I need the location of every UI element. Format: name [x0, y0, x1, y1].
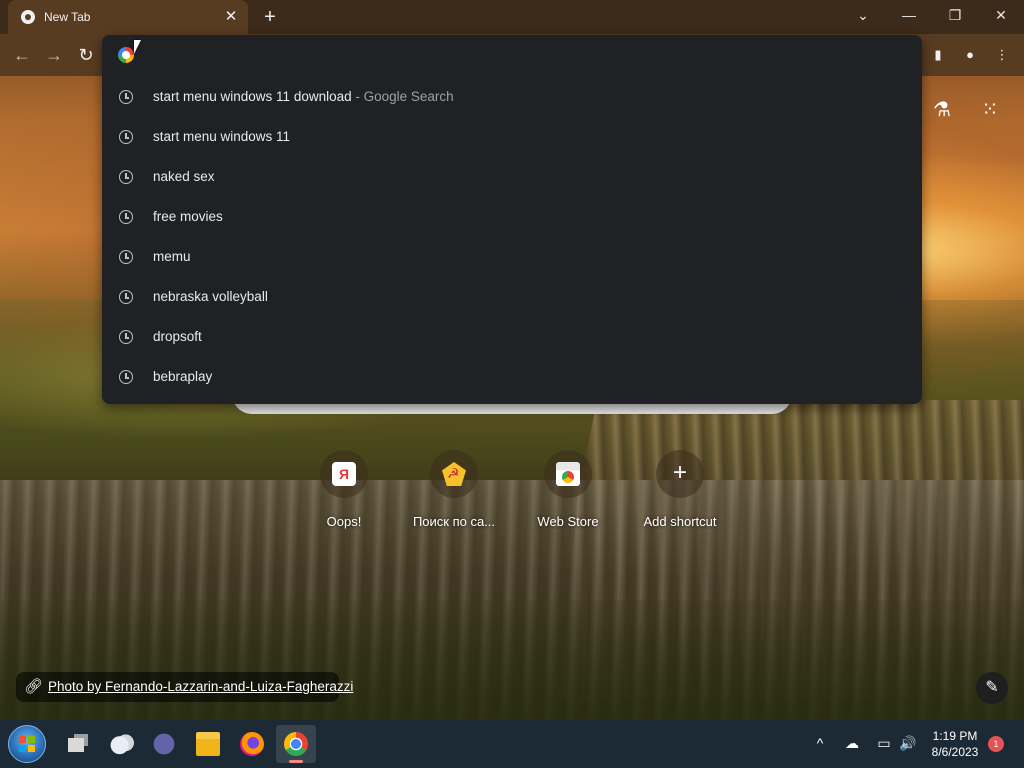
restore-button[interactable]: ❐	[932, 0, 978, 30]
suggestion-query: nebraska volleyball	[153, 289, 268, 304]
suggestion-text: nebraska volleyball	[153, 289, 268, 304]
suggestion-query: start menu windows 11 download	[153, 89, 352, 104]
taskbar-app-button[interactable]	[276, 725, 316, 763]
plus-icon: +	[672, 459, 687, 486]
tray-overflow-icon[interactable]: ^	[810, 733, 830, 753]
photo-credit-text[interactable]: Photo by Fernando-Lazzarin-and-Luiza-Fag…	[48, 679, 353, 694]
suggestion-text: start menu windows 11 download - Google …	[153, 89, 454, 104]
suggestion-query: dropsoft	[153, 329, 202, 344]
suggestion-text: free movies	[153, 209, 223, 224]
taskbar-clock[interactable]: 1:19 PM 8/6/2023	[920, 728, 990, 760]
menu-icon[interactable]: ⋮	[990, 43, 1014, 67]
apps-grid-icon[interactable]: ⁙	[976, 96, 1004, 124]
mouse-cursor	[134, 40, 141, 54]
title-bar: New Tab ✕ + ⌄ — ❐ ✕	[0, 0, 1024, 34]
history-clock-icon	[119, 370, 133, 384]
forward-button[interactable]: →	[42, 43, 66, 67]
taskbar-app-button[interactable]	[102, 725, 142, 763]
web-store-icon	[556, 462, 580, 486]
clock-time: 1:19 PM	[932, 729, 978, 743]
shortcut-tile[interactable]: Поиск по са...	[398, 450, 510, 540]
shortcut-tile[interactable]: Web Store	[512, 450, 624, 540]
shortcut-icon-circle: +	[656, 450, 704, 498]
omnibox-suggestion[interactable]: memu	[102, 237, 922, 277]
omnibox-suggestion[interactable]: nebraska volleyball	[102, 277, 922, 317]
task-view-icon	[66, 732, 90, 756]
teams-meet-icon	[152, 732, 176, 756]
history-clock-icon	[119, 210, 133, 224]
windows-taskbar: ^ ☁ ▭ 🔊 1:19 PM 8/6/2023 1	[0, 720, 1024, 768]
shortcut-tile[interactable]: Я Oops!	[288, 450, 400, 540]
flask-icon[interactable]: ⚗	[928, 96, 956, 124]
tab-title: New Tab	[44, 10, 91, 24]
shortcut-label: Web Store	[537, 514, 599, 529]
close-window-button[interactable]: ✕	[978, 0, 1024, 30]
omnibox-suggestion[interactable]: start menu windows 11	[102, 117, 922, 157]
network-icon[interactable]: ▭	[874, 733, 894, 753]
shortcut-icon-circle	[430, 450, 478, 498]
photo-credit-link[interactable]: 🔗︎ Photo by Fernando-Lazzarin-and-Luiza-…	[16, 672, 353, 702]
background-trees	[0, 600, 1024, 720]
history-clock-icon	[119, 170, 133, 184]
suggestion-suffix: - Google Search	[351, 89, 454, 104]
reload-button[interactable]: ↻	[74, 43, 98, 67]
chrome-favicon-icon	[21, 10, 35, 24]
omnibox-suggestion[interactable]: start menu windows 11 download - Google …	[102, 77, 922, 117]
suggestion-text: dropsoft	[153, 329, 202, 344]
suggestion-text: memu	[153, 249, 191, 264]
shortcut-label: Add shortcut	[643, 514, 717, 529]
onedrive-icon	[110, 732, 134, 756]
back-button[interactable]: ←	[10, 43, 34, 67]
ussr-emblem-icon	[442, 462, 466, 486]
minimize-button[interactable]: —	[886, 0, 932, 30]
suggestion-text: naked sex	[153, 169, 215, 184]
omnibox-dropdown: start menu windows 11 download - Google …	[102, 35, 922, 404]
omnibox-suggestion[interactable]: free movies	[102, 197, 922, 237]
new-tab-button[interactable]: +	[258, 5, 282, 29]
notification-badge[interactable]: 1	[988, 736, 1004, 752]
history-clock-icon	[119, 330, 133, 344]
chrome-icon	[284, 732, 308, 756]
start-button[interactable]	[8, 725, 46, 763]
shortcut-tile[interactable]: + Add shortcut	[624, 450, 736, 540]
side-panel-icon[interactable]: ▮	[926, 43, 950, 67]
tab-new-tab[interactable]: New Tab ✕	[8, 0, 248, 34]
suggestion-query: free movies	[153, 209, 223, 224]
google-g-icon	[118, 47, 134, 63]
history-clock-icon	[119, 90, 133, 104]
suggestion-query: bebraplay	[153, 369, 213, 384]
omnibox-suggestion[interactable]: bebraplay	[102, 357, 922, 397]
address-bar-input[interactable]	[146, 45, 886, 65]
suggestion-query: naked sex	[153, 169, 215, 184]
volume-icon[interactable]: 🔊	[898, 733, 918, 753]
omnibox-row	[102, 35, 922, 75]
suggestion-query: start menu windows 11	[153, 129, 291, 144]
suggestion-text: bebraplay	[153, 369, 212, 384]
history-clock-icon	[119, 250, 133, 264]
link-icon: 🔗︎	[24, 678, 44, 695]
tab-close-icon[interactable]: ✕	[222, 8, 240, 26]
clock-date: 8/6/2023	[931, 745, 979, 759]
onedrive-tray-icon[interactable]: ☁	[842, 733, 862, 753]
taskbar-app-button[interactable]	[144, 725, 184, 763]
shortcut-label: Oops!	[326, 514, 362, 529]
history-clock-icon	[119, 130, 133, 144]
omnibox-suggestion[interactable]: naked sex	[102, 157, 922, 197]
omnibox-suggestion[interactable]: dropsoft	[102, 317, 922, 357]
customize-chrome-button[interactable]: ✎	[976, 672, 1008, 704]
tab-search-icon[interactable]: ⌄	[840, 0, 886, 30]
suggestion-query: memu	[153, 249, 191, 264]
taskbar-app-button[interactable]	[232, 725, 272, 763]
taskbar-app-button[interactable]	[58, 725, 98, 763]
file-explorer-icon	[196, 732, 220, 756]
taskbar-app-button[interactable]	[188, 725, 228, 763]
firefox-icon	[240, 732, 264, 756]
history-clock-icon	[119, 290, 133, 304]
shortcut-icon-circle: Я	[320, 450, 368, 498]
suggestion-text: start menu windows 11	[153, 129, 290, 144]
shortcut-label: Поиск по са...	[412, 514, 496, 529]
yandex-icon: Я	[332, 462, 356, 486]
profile-icon[interactable]: ●	[958, 43, 982, 67]
shortcut-icon-circle	[544, 450, 592, 498]
